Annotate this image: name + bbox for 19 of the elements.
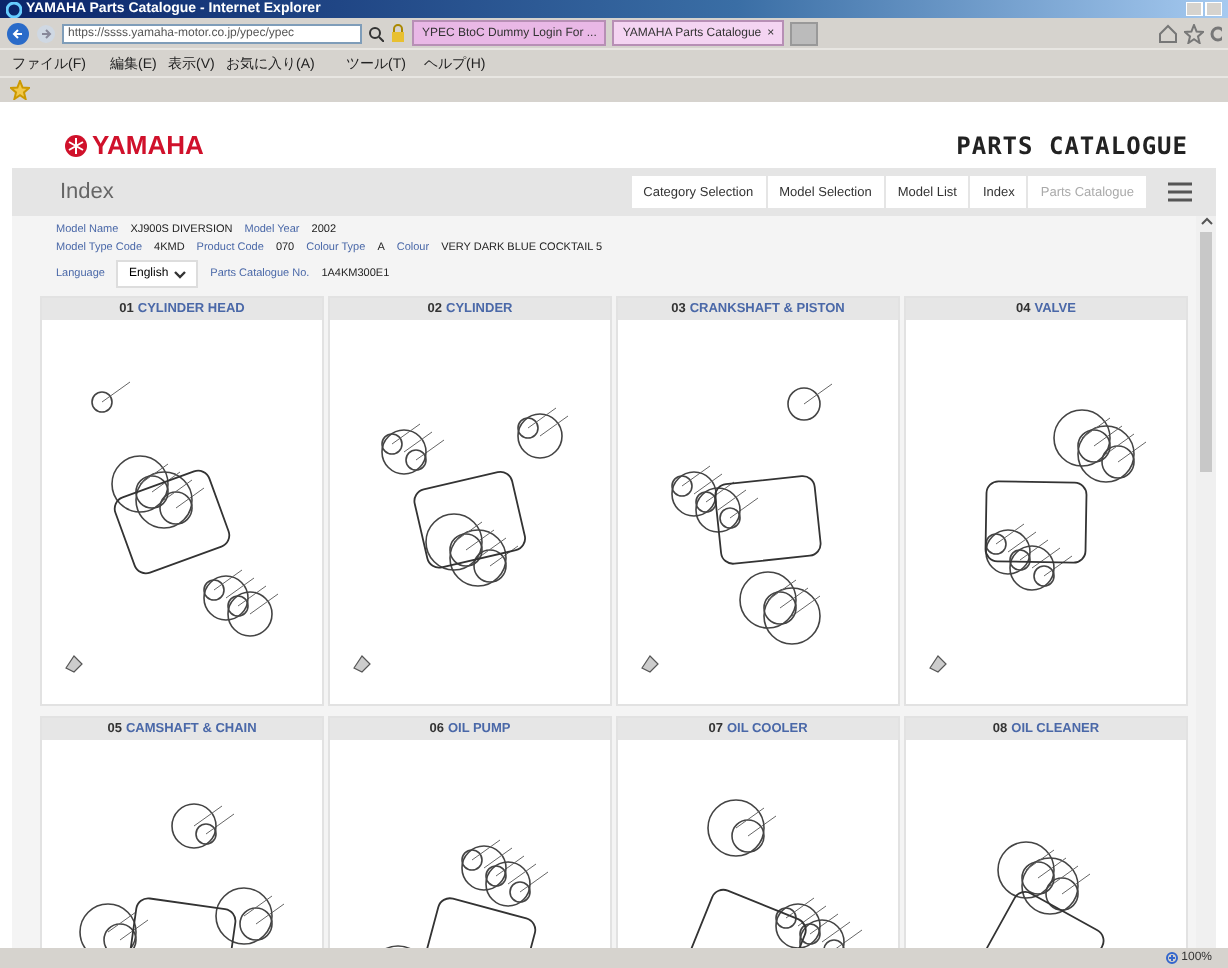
menu-icon[interactable] — [1168, 182, 1192, 202]
scrollbar[interactable] — [1196, 216, 1216, 948]
site-title: PARTS CATALOGUE — [956, 132, 1188, 160]
home-icon[interactable] — [1158, 23, 1178, 43]
diagram-stamp-icon — [350, 652, 374, 676]
page-title: Index — [60, 180, 116, 204]
brand-logo[interactable]: YAMAHA — [92, 130, 204, 160]
diagram-stamp-icon — [62, 652, 86, 676]
diagram-stamp-icon — [638, 652, 662, 676]
browser-logo-icon — [6, 1, 22, 17]
zoom-icon — [1165, 952, 1178, 964]
favorites-star-icon[interactable] — [1184, 23, 1204, 43]
favorites-star-icon[interactable] — [10, 80, 30, 100]
tuning-fork-logo-icon — [64, 133, 88, 157]
scroll-up-icon[interactable] — [1199, 216, 1213, 228]
search-icon[interactable] — [368, 25, 384, 41]
diagram-stamp-icon — [926, 652, 950, 676]
back-icon[interactable] — [6, 21, 30, 45]
chevron-down-icon — [174, 269, 187, 279]
